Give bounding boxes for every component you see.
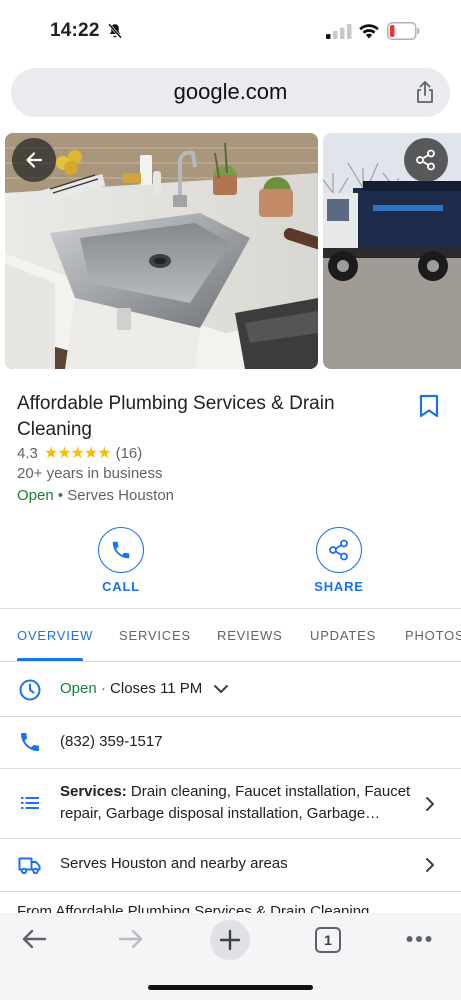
service-area-short: • Serves Houston — [57, 487, 175, 504]
photo-carousel[interactable] — [0, 133, 461, 369]
tab-switcher-button[interactable]: 1 — [315, 927, 341, 953]
tab-overview[interactable]: OVERVIEW — [17, 628, 93, 643]
hours-text: Open · Closes 11 PM — [60, 678, 202, 700]
photo-share-button[interactable] — [404, 138, 448, 182]
back-arrow-icon[interactable] — [20, 927, 48, 951]
status-time: 14:22 — [50, 20, 100, 41]
tab-bar[interactable]: OVERVIEW SERVICES REVIEWS UPDATES PHOTOS — [0, 609, 461, 661]
hours-open: Open — [60, 680, 97, 697]
list-icon — [21, 797, 39, 809]
browser-toolbar: 1 — [0, 913, 461, 1000]
tab-photos[interactable]: PHOTOS — [405, 628, 461, 643]
plus-icon — [219, 929, 241, 951]
share-label: SHARE — [314, 579, 364, 594]
business-name: Affordable Plumbing Services & Drain Cle… — [17, 393, 335, 440]
chevron-down-icon[interactable] — [213, 684, 229, 694]
service-area-row[interactable]: Serves Houston and nearby areas — [0, 839, 461, 891]
bookmark-icon[interactable] — [418, 394, 440, 418]
phone-row[interactable]: (832) 359-1517 — [0, 717, 461, 768]
chevron-right-icon[interactable] — [424, 795, 436, 813]
phone-number[interactable]: (832) 359-1517 — [60, 731, 163, 753]
phone-icon — [21, 733, 39, 751]
clock-icon — [19, 679, 41, 701]
forward-arrow-icon[interactable] — [117, 927, 145, 951]
bell-slash-icon — [108, 23, 122, 39]
share-upload-icon[interactable] — [414, 80, 436, 104]
tab-services[interactable]: SERVICES — [119, 628, 191, 643]
tab-reviews[interactable]: REVIEWS — [217, 628, 283, 643]
services-text: Services: Drain cleaning, Faucet install… — [60, 781, 415, 825]
star-rating-icon: ★★★★★ — [43, 445, 112, 462]
open-status: Open — [17, 487, 54, 504]
battery-icon — [387, 22, 420, 40]
rating-row[interactable]: 4.3 ★★★★★ (16) — [17, 443, 142, 463]
address-bar[interactable]: google.com — [11, 68, 450, 117]
new-tab-button[interactable] — [210, 920, 250, 960]
share-icon — [329, 539, 348, 561]
status-bar: 14:22 — [0, 0, 461, 62]
truck-icon — [18, 857, 41, 875]
phone-icon — [112, 541, 130, 559]
service-area-text: Serves Houston and nearby areas — [60, 855, 288, 872]
share-circle[interactable] — [316, 527, 362, 573]
more-options-icon[interactable] — [406, 935, 432, 943]
review-count[interactable]: (16) — [116, 445, 143, 462]
cellular-signal-icon — [326, 24, 352, 39]
call-circle[interactable] — [98, 527, 144, 573]
call-button[interactable]: CALL — [76, 527, 166, 594]
call-label: CALL — [102, 579, 140, 594]
hours-row[interactable]: Open · Closes 11 PM — [0, 662, 461, 716]
share-icon — [416, 149, 435, 171]
tab-updates[interactable]: UPDATES — [310, 628, 376, 643]
divider — [0, 891, 461, 892]
share-button[interactable]: SHARE — [294, 527, 384, 594]
hours-separator: · — [100, 680, 106, 697]
rating-value: 4.3 — [17, 444, 38, 462]
open-status-row: Open • Serves Houston — [17, 487, 174, 504]
chevron-right-icon[interactable] — [424, 856, 436, 874]
url-text[interactable]: google.com — [11, 79, 450, 105]
back-button[interactable] — [12, 138, 56, 182]
services-row[interactable]: Services: Drain cleaning, Faucet install… — [0, 769, 461, 838]
hours-closes: Closes 11 PM — [110, 680, 203, 697]
wifi-icon — [359, 24, 379, 39]
years-in-business: 20+ years in business — [17, 465, 163, 482]
services-label: Services: — [60, 783, 127, 800]
home-indicator[interactable] — [148, 985, 313, 990]
arrow-left-icon — [26, 152, 43, 168]
